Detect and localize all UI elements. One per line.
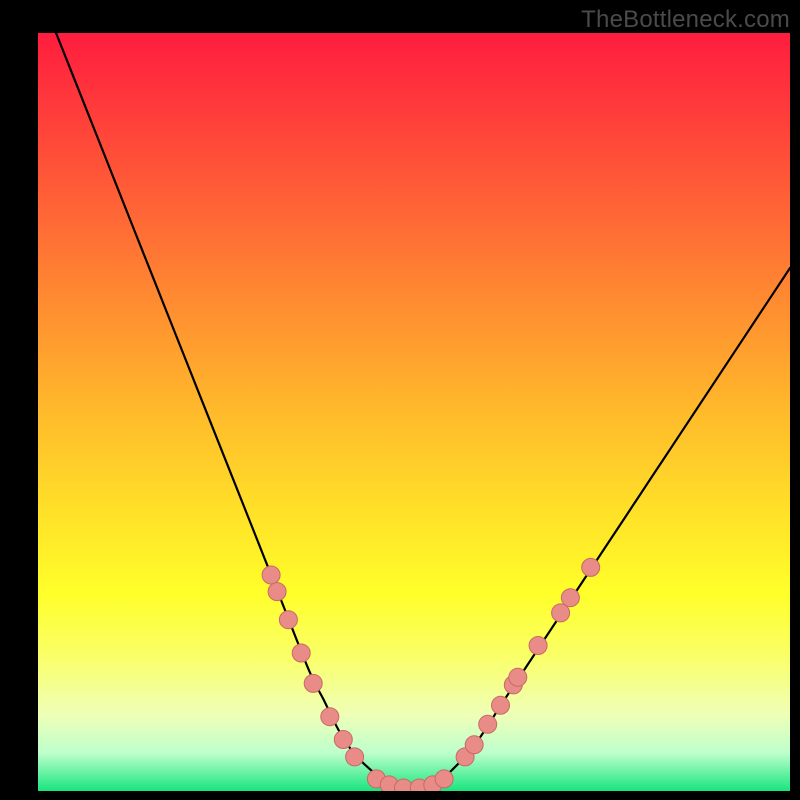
highlight-dot [509,668,527,686]
highlight-dot [561,589,579,607]
highlight-dot [582,558,600,576]
highlight-dot [435,770,453,788]
bottleneck-curve [38,33,790,789]
highlight-dot [334,731,352,749]
highlight-dot [346,748,364,766]
plot-area [38,33,790,791]
chart-frame: TheBottleneck.com [0,0,800,800]
highlight-dot [279,611,297,629]
highlight-dot [479,715,497,733]
watermark-text: TheBottleneck.com [581,6,790,34]
highlight-dots [262,558,600,791]
highlight-dot [304,674,322,692]
highlight-dot [292,644,310,662]
highlight-dot [492,696,510,714]
highlight-dot [552,604,570,622]
highlight-dot [529,637,547,655]
highlight-dot [262,566,280,584]
chart-svg [38,33,790,791]
highlight-dot [268,583,286,601]
highlight-dot [321,708,339,726]
highlight-dot [465,736,483,754]
